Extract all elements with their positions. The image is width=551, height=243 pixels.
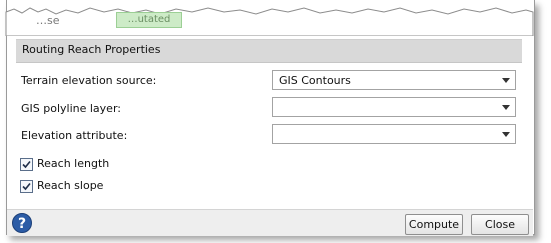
chevron-down-icon (502, 78, 510, 83)
elevation-attribute-label: Elevation attribute: (21, 129, 128, 142)
elevation-attribute-dropdown[interactable] (272, 124, 516, 144)
chevron-down-icon (502, 105, 510, 110)
dropdown-value: GIS Contours (279, 74, 351, 87)
gis-polyline-layer-dropdown[interactable] (272, 97, 516, 117)
terrain-elevation-source-dropdown[interactable]: GIS Contours (272, 70, 516, 90)
close-button[interactable]: Close (471, 214, 529, 235)
terrain-elevation-source-label: Terrain elevation source: (21, 74, 157, 87)
reach-slope-checkbox[interactable] (20, 180, 33, 193)
reach-slope-label: Reach slope (37, 179, 104, 192)
gis-polyline-layer-label: GIS polyline layer: (21, 102, 121, 115)
help-icon[interactable]: ? (12, 213, 32, 233)
torn-edge (5, 7, 534, 36)
checkmark-icon (22, 182, 31, 191)
cut-off-tab: …utated (116, 12, 182, 28)
reach-length-label: Reach length (37, 157, 110, 170)
reach-length-checkbox[interactable] (20, 158, 33, 171)
section-header: Routing Reach Properties (16, 39, 522, 63)
compute-button[interactable]: Compute (405, 214, 463, 235)
checkmark-icon (22, 160, 31, 169)
cut-off-text: …se (36, 14, 60, 27)
chevron-down-icon (502, 132, 510, 137)
section-title: Routing Reach Properties (22, 43, 161, 56)
